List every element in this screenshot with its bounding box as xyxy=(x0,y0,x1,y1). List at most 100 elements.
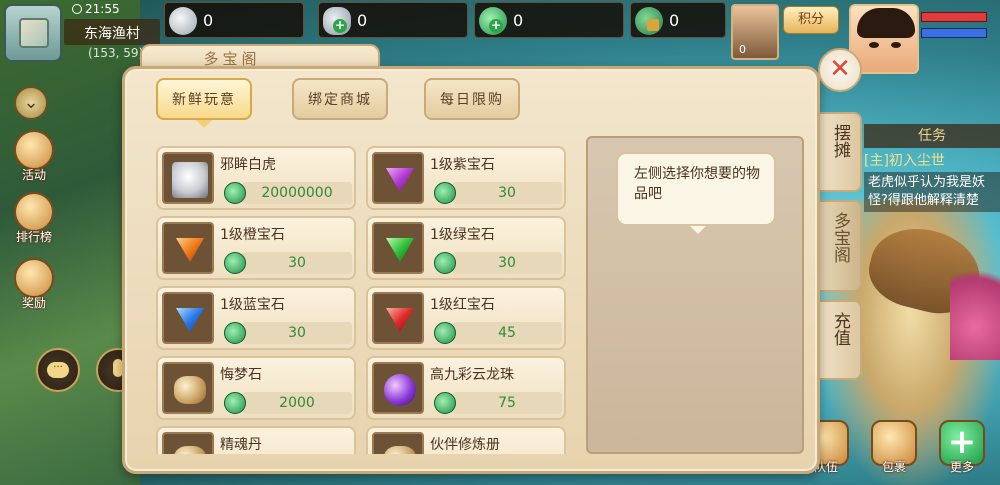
white-tiger-icon xyxy=(172,162,208,198)
world-map-button[interactable] xyxy=(4,4,62,62)
ranking-button[interactable]: 排行榜 xyxy=(8,192,60,248)
item-price: 45 xyxy=(452,322,562,344)
item-thumb xyxy=(162,292,214,344)
chat-button[interactable]: ··· xyxy=(36,348,80,392)
activity-label: 活动 xyxy=(21,168,46,182)
tab-treasure-pavilion-label: 多宝阁 xyxy=(830,212,850,263)
item-price: 30 xyxy=(452,182,562,204)
currency-jade[interactable]: + 0 xyxy=(474,2,624,38)
item-name: 邪眸白虎 xyxy=(220,157,276,173)
player-hp-bar xyxy=(921,12,987,22)
jade-icon xyxy=(434,392,456,414)
regret-stone-icon xyxy=(174,376,206,404)
currency-value: 0 xyxy=(669,11,680,30)
portrait-eye xyxy=(869,42,879,48)
tab-recharge-label: 充值 xyxy=(830,312,850,346)
goods-item[interactable]: 精魂丹 xyxy=(156,426,356,454)
jade-icon xyxy=(224,252,246,274)
goods-item[interactable]: 1级红宝石 45 xyxy=(366,286,566,350)
map-icon xyxy=(19,18,49,48)
item-name: 伙伴修炼册 xyxy=(430,437,500,453)
tab-recharge[interactable]: 充值 xyxy=(820,300,862,380)
item-name: 1级紫宝石 xyxy=(430,157,495,173)
goods-item[interactable]: 1级紫宝石 30 xyxy=(366,146,566,210)
lock-icon xyxy=(647,19,659,31)
tab-novelties[interactable]: 新鲜玩意 xyxy=(156,78,252,128)
clock: 21:55 xyxy=(72,2,120,16)
item-thumb xyxy=(162,152,214,204)
item-name: 1级橙宝石 xyxy=(220,227,285,243)
item-thumb xyxy=(372,152,424,204)
score-button[interactable]: 积分 xyxy=(783,6,839,34)
player-mp-bar xyxy=(921,28,987,38)
reward-label: 奖励 xyxy=(21,296,46,310)
bag-button[interactable]: 包裹 xyxy=(866,420,922,480)
item-name: 1级蓝宝石 xyxy=(220,297,285,313)
quest-header[interactable]: 任务 xyxy=(864,124,1000,148)
tab-stall-label: 摆摊 xyxy=(830,124,850,158)
item-thumb xyxy=(372,362,424,414)
reward-button[interactable]: 奖励 xyxy=(8,258,60,314)
plus-icon: + xyxy=(489,18,503,33)
goods-item[interactable]: 1级绿宝石 30 xyxy=(366,216,566,280)
plus-icon: + xyxy=(333,18,347,33)
jade-icon xyxy=(224,392,246,414)
item-name: 精魂丹 xyxy=(220,437,262,453)
activity-button[interactable]: 活动 xyxy=(8,130,60,186)
more-button[interactable]: + 更多 xyxy=(934,420,990,480)
item-thumb xyxy=(372,292,424,344)
gift-icon xyxy=(14,258,54,298)
horn-icon xyxy=(14,130,54,170)
purple-gem-icon xyxy=(386,168,414,192)
jade-icon xyxy=(434,322,456,344)
item-name: 高九彩云龙珠 xyxy=(430,367,514,383)
currency-silver-coin[interactable]: 0 xyxy=(164,2,304,38)
tab-stall[interactable]: 摆摊 xyxy=(820,112,862,192)
book-icon xyxy=(384,446,416,454)
currency-value: 0 xyxy=(357,11,368,30)
location-coordinates: (153, 59) xyxy=(88,46,144,60)
companion-portrait[interactable]: 0 xyxy=(731,4,779,60)
item-name: 悔梦石 xyxy=(220,367,262,383)
goods-item[interactable]: 邪眸白虎 20000000 xyxy=(156,146,356,210)
top-status-bar: 21:55 东海渔村 (153, 59) 0 + 0 + 0 0 0 积分 xyxy=(0,0,1000,74)
goods-item[interactable]: 伙伴修炼册 xyxy=(366,426,566,454)
goods-item[interactable]: 悔梦石 2000 xyxy=(156,356,356,420)
currency-value: 0 xyxy=(203,11,214,30)
red-gem-icon xyxy=(386,308,414,332)
portrait-eye xyxy=(891,42,901,48)
jade-icon xyxy=(224,182,246,204)
green-gem-icon xyxy=(386,238,414,262)
tab-bound-mall[interactable]: 绑定商城 xyxy=(292,78,388,120)
tab-daily-limited[interactable]: 每日限购 xyxy=(424,78,520,120)
quest-description[interactable]: 老虎似乎认为我是妖怪?得跟他解释清楚 xyxy=(864,172,1000,212)
close-icon: ✕ xyxy=(829,54,851,84)
jade-icon xyxy=(224,322,246,344)
currency-silver-ingot[interactable]: + 0 xyxy=(318,2,468,38)
item-thumb xyxy=(162,432,214,454)
currency-jade-locked[interactable]: 0 xyxy=(630,2,726,38)
item-price: 20000000 xyxy=(242,182,352,204)
close-button[interactable]: ✕ xyxy=(818,48,862,92)
tab-treasure-pavilion[interactable]: 多宝阁 xyxy=(820,200,862,292)
background-coral xyxy=(950,250,1000,360)
ranking-icon xyxy=(14,192,54,232)
quest-title[interactable]: [主]初入尘世 xyxy=(864,150,945,170)
chat-bubble-icon: ··· xyxy=(47,362,69,378)
goods-item[interactable]: 1级橙宝石 30 xyxy=(156,216,356,280)
collapse-chevron-button[interactable]: ⌄ xyxy=(14,86,48,120)
item-thumb xyxy=(162,362,214,414)
dragon-pearl-icon xyxy=(384,374,416,406)
bag-label: 包裹 xyxy=(881,460,906,474)
chevron-down-icon: ⌄ xyxy=(23,92,39,113)
item-price: 75 xyxy=(452,392,562,414)
goods-item[interactable]: 1级蓝宝石 30 xyxy=(156,286,356,350)
orange-gem-icon xyxy=(176,238,204,262)
goods-item[interactable]: 高九彩云龙珠 75 xyxy=(366,356,566,420)
goods-grid: 邪眸白虎 20000000 1级紫宝石 30 1级橙宝石 30 1级绿宝石 30… xyxy=(154,144,572,454)
panel-title: 多宝阁 xyxy=(203,50,261,68)
item-price: 2000 xyxy=(242,392,352,414)
jade-icon xyxy=(434,182,456,204)
item-price: 30 xyxy=(452,252,562,274)
location-name: 东海渔村 xyxy=(64,19,160,45)
